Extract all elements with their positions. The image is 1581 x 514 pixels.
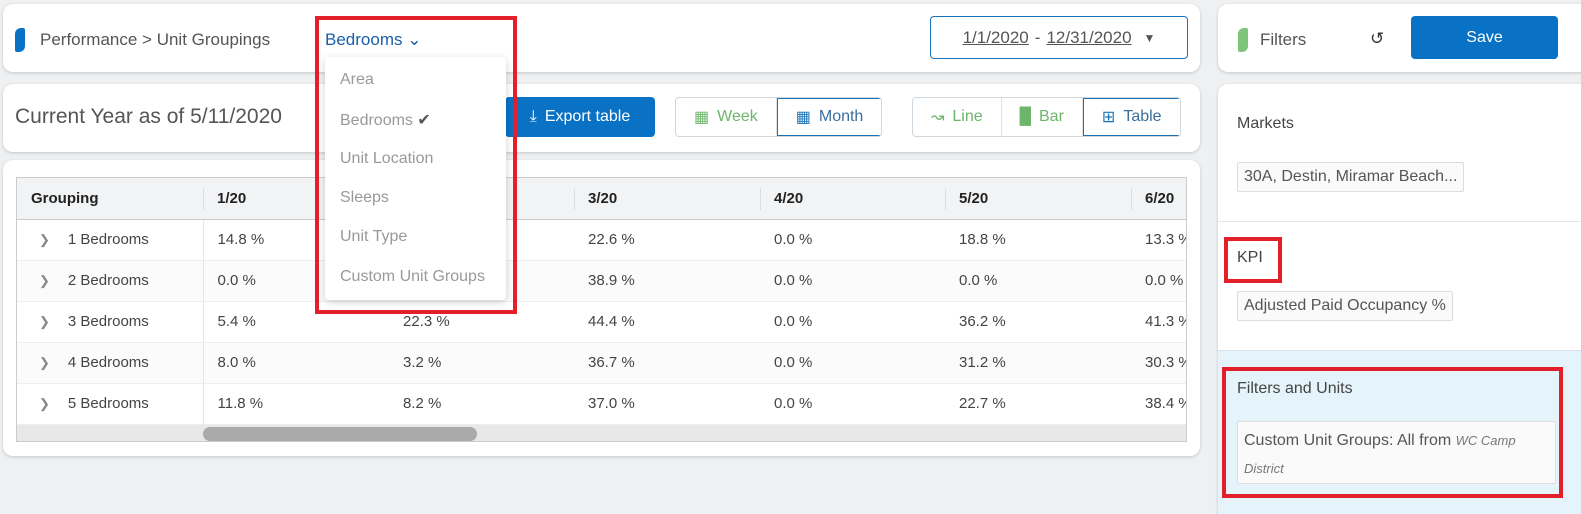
table-card: Grouping 1/20 3/20 4/20 5/20 6/20 ❯ 1 Bedrooms 1… (3, 160, 1200, 456)
value-cell: 41.3 % (1131, 301, 1186, 343)
grouping-cell: ❯ 1 Bedrooms (17, 219, 204, 261)
export-table-button[interactable]: ⤓ Export table (505, 97, 655, 137)
grouping-cell: ❯ 3 Bedrooms (17, 301, 204, 343)
divider (1218, 221, 1581, 222)
value-cell: 8.0 % (203, 342, 389, 384)
grouping-cell: ❯ 2 Bedrooms (17, 260, 204, 302)
grouping-name: 1 Bedrooms (67, 231, 149, 248)
month-button[interactable]: ▦ Month (776, 98, 882, 136)
date-separator: - (1034, 27, 1041, 47)
value-cell: 38.4 % (1131, 383, 1186, 425)
value-cell: 38.9 % (574, 260, 760, 302)
value-cell: 0.0 % (1131, 260, 1186, 302)
filters-header: Filters ↺ Save (1218, 4, 1581, 72)
value-cell: 0.0 % (760, 301, 945, 343)
toolbar: Current Year as of 5/11/2020 ⤓ Export tab… (3, 84, 1200, 152)
expand-chevron-icon[interactable]: ❯ (39, 232, 50, 247)
horizontal-scrollbar[interactable] (17, 425, 1186, 441)
month-label: Month (818, 108, 864, 125)
bar-button[interactable]: █ Bar (1002, 98, 1083, 136)
filters-logo-icon (1238, 28, 1248, 52)
export-label: Export table (544, 108, 631, 125)
value-cell: 36.7 % (574, 342, 760, 384)
expand-chevron-icon[interactable]: ❯ (39, 396, 50, 411)
value-cell: 0.0 % (760, 260, 945, 302)
markets-label: Markets (1237, 115, 1294, 132)
period-toggle: ▦ Week ▦ Month (675, 97, 883, 137)
expand-chevron-icon[interactable]: ❯ (39, 355, 50, 370)
value-cell: 8.2 % (389, 383, 574, 425)
week-button[interactable]: ▦ Week (676, 98, 777, 136)
grouping-cell: ❯ 5 Bedrooms (17, 383, 204, 425)
save-button[interactable]: Save (1411, 16, 1558, 59)
date-end[interactable]: 12/31/2020 (1046, 28, 1131, 48)
value-cell: 30.3 % (1131, 342, 1186, 384)
column-header[interactable]: Grouping (17, 178, 203, 220)
value-cell: 36.2 % (945, 301, 1131, 343)
grouping-name: 5 Bedrooms (67, 395, 149, 412)
scrollbar-thumb[interactable] (203, 427, 477, 441)
line-label: Line (952, 108, 983, 125)
grouping-name: 3 Bedrooms (67, 313, 149, 330)
value-cell: 0.0 % (760, 219, 945, 261)
grouping-cell: ❯ 4 Bedrooms (17, 342, 204, 384)
line-chart-icon: ↝ (931, 109, 945, 126)
page-title: Current Year as of 5/11/2020 (15, 105, 282, 128)
grouping-name: 2 Bedrooms (67, 272, 149, 289)
table-row: ❯ 2 Bedrooms 0.0 % 38.9 % 0.0 % 0.0 % 0.0 % (17, 260, 1186, 302)
table-row: ❯ 5 Bedrooms 11.8 % 8.2 % 37.0 % 0.0 % 22.7 % 3… (17, 383, 1186, 425)
value-cell: 22.7 % (945, 383, 1131, 425)
highlight-box-kpi (1224, 237, 1282, 283)
view-toggle: ↝ Line █ Bar ⊞ Table (912, 97, 1181, 137)
grouping-name: 4 Bedrooms (67, 354, 149, 371)
table-row: ❯1 Bedrooms14.8 %22.6 %0.0 %18.8 %13.3 % (17, 219, 1186, 261)
table-label: Table (1123, 108, 1162, 125)
column-header[interactable]: 6/20 (1131, 178, 1186, 220)
header-bar: Performance > Unit Groupings Bedrooms ⌄ … (3, 4, 1200, 72)
bar-chart-icon: █ (1019, 108, 1031, 125)
breadcrumb[interactable]: Performance > Unit Groupings (40, 30, 270, 50)
bar-label: Bar (1039, 108, 1064, 125)
expand-chevron-icon[interactable]: ❯ (39, 273, 50, 288)
table-icon: ⊞ (1101, 109, 1116, 126)
value-cell: 0.0 % (760, 342, 945, 384)
column-header[interactable]: 3/20 (574, 178, 760, 220)
download-icon: ⤓ (529, 108, 537, 125)
save-label: Save (1466, 28, 1503, 46)
filters-title: Filters (1260, 30, 1307, 49)
calendar-icon: ▦ (795, 109, 811, 126)
expand-chevron-icon[interactable]: ❯ (39, 314, 50, 329)
value-cell: 22.6 % (574, 219, 760, 261)
date-start[interactable]: 1/1/2020 (963, 28, 1029, 48)
highlight-box-dropdown (315, 16, 517, 314)
date-range-picker[interactable]: 1/1/2020-12/31/2020 ▼ (930, 16, 1188, 59)
column-header[interactable]: 4/20 (760, 178, 945, 220)
value-cell: 18.8 % (945, 219, 1131, 261)
week-label: Week (717, 108, 758, 125)
table-viewport: Grouping 1/20 3/20 4/20 5/20 6/20 ❯ 1 Bedrooms 1… (16, 177, 1187, 442)
kpi-value[interactable]: Adjusted Paid Occupancy % (1237, 291, 1453, 321)
logo-icon (15, 28, 25, 52)
markets-value[interactable]: 30A, Destin, Miramar Beach... (1237, 162, 1465, 192)
value-cell: 11.8 % (203, 383, 389, 425)
table-row: ❯ 3 Bedrooms 5.4 % 22.3 % 44.4 % 0.0 % 36.2 % 4… (17, 301, 1186, 343)
data-table: Grouping 1/20 3/20 4/20 5/20 6/20 ❯ 1 Bedrooms 1… (17, 178, 1186, 425)
highlight-box-filters-units (1222, 367, 1563, 498)
column-header[interactable]: 5/20 (945, 178, 1131, 220)
table-row: ❯ 4 Bedrooms 8.0 % 3.2 % 36.7 % 0.0 % 31.2 % 30… (17, 342, 1186, 384)
value-cell: 0.0 % (945, 260, 1131, 302)
value-cell: 3.2 % (389, 342, 574, 384)
value-cell: 13.3 % (1131, 219, 1186, 261)
value-cell: 44.4 % (574, 301, 760, 343)
calendar-icon: ▦ (694, 109, 710, 126)
table-button[interactable]: ⊞ Table (1082, 98, 1180, 136)
caret-down-icon: ▼ (1143, 30, 1156, 45)
value-cell: 31.2 % (945, 342, 1131, 384)
line-button[interactable]: ↝ Line (913, 98, 1002, 136)
value-cell: 0.0 % (760, 383, 945, 425)
value-cell: 37.0 % (574, 383, 760, 425)
reset-icon[interactable]: ↺ (1370, 29, 1384, 49)
